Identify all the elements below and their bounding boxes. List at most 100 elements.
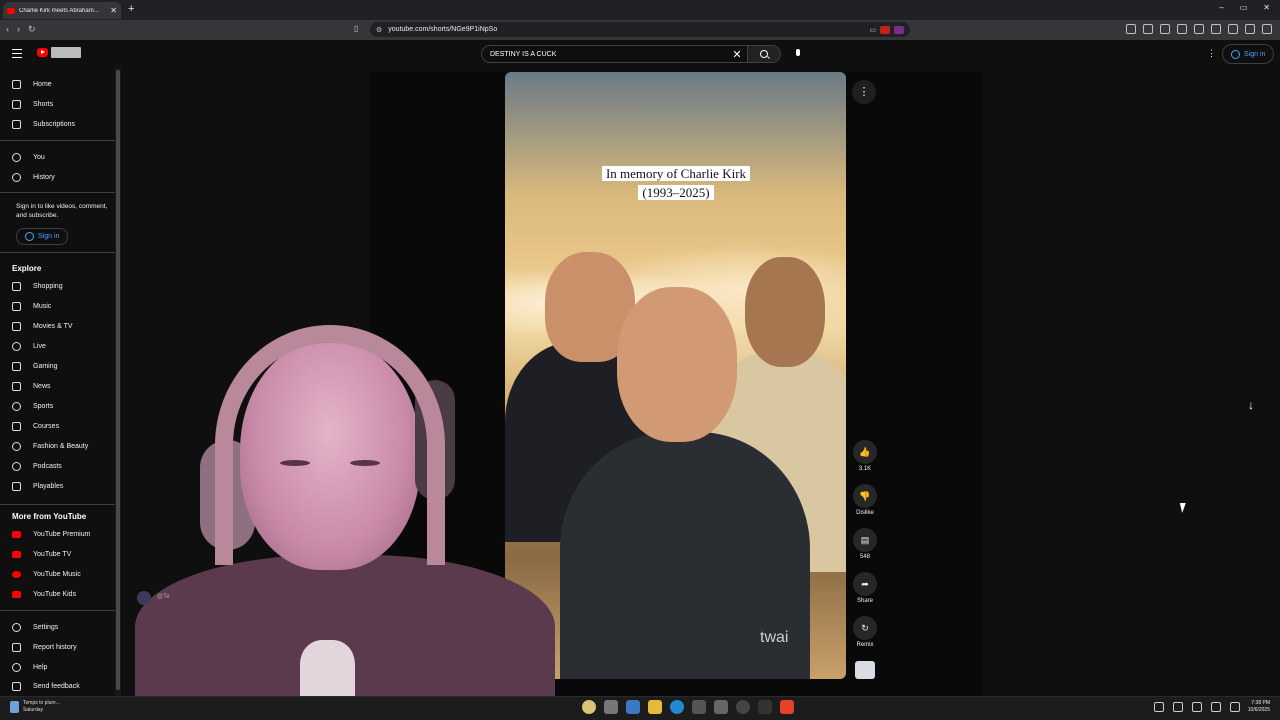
settings-app-icon[interactable] <box>714 700 728 714</box>
new-tab-button[interactable]: + <box>128 3 134 15</box>
display-icon[interactable] <box>1211 702 1221 712</box>
clear-search-icon[interactable]: ✕ <box>727 48 747 61</box>
brave-shields-icon[interactable] <box>880 25 890 34</box>
browser-tab[interactable]: Charlie Kirk meets Abraham… ✕ <box>3 2 121 19</box>
sidebar-item-label: YouTube Kids <box>33 590 77 598</box>
search-button[interactable] <box>747 46 780 62</box>
extension-icon[interactable] <box>1245 24 1255 34</box>
like-button[interactable]: 👍 3.1K <box>852 440 878 472</box>
youtube-logo-wordmark[interactable] <box>51 47 81 58</box>
extension-icon[interactable] <box>1194 24 1204 34</box>
sidebar-item-send-feedback[interactable]: Send feedback <box>12 676 80 696</box>
weather-widget[interactable]: Temps to plum… Saturday <box>10 700 61 714</box>
next-short-arrow-icon[interactable]: ↓ <box>1248 398 1254 412</box>
brave-icon[interactable] <box>780 700 794 714</box>
sidebar-item-courses[interactable]: Courses <box>12 416 59 436</box>
sidebar-item-music[interactable]: Music <box>12 296 51 316</box>
search-box[interactable]: DESTINY IS A CUCK ✕ <box>481 45 781 63</box>
sidebar-item-podcasts[interactable]: Podcasts <box>12 456 62 476</box>
sidebar-item-fashion[interactable]: Fashion & Beauty <box>12 436 88 456</box>
address-bar[interactable]: ⚙ youtube.com/shorts/NGe9P1iNpSo ▭ <box>370 22 910 37</box>
terminal-icon[interactable] <box>758 700 772 714</box>
tray-overflow-icon[interactable] <box>1154 702 1164 712</box>
search-input[interactable]: DESTINY IS A CUCK <box>482 51 727 58</box>
extension-icon[interactable] <box>1126 24 1136 34</box>
extension-icon[interactable] <box>1160 24 1170 34</box>
extension-icon[interactable] <box>1177 24 1187 34</box>
edge-icon[interactable] <box>670 700 684 714</box>
news-icon <box>12 381 21 391</box>
share-icon: ➦ <box>861 578 869 589</box>
sidebar-item-label: News <box>33 382 51 390</box>
sidebar-item-label: Shorts <box>33 100 54 108</box>
volume-icon[interactable] <box>1230 702 1240 712</box>
chrome-icon[interactable] <box>736 700 750 714</box>
store-icon[interactable] <box>692 700 706 714</box>
remix-button[interactable]: ↻ Remix <box>852 616 878 648</box>
brave-rewards-icon[interactable] <box>894 25 904 34</box>
sidebar-item-news[interactable]: News <box>12 376 51 396</box>
sidebar-item-label: YouTube Music <box>33 570 81 578</box>
system-clock[interactable]: 7:38 PM 10/6/2025 <box>1248 700 1270 714</box>
sidebar-item-youtube-music[interactable]: YouTube Music <box>12 564 81 584</box>
sidebar-item-live[interactable]: Live <box>12 336 46 356</box>
mic-tray-icon[interactable] <box>1192 702 1202 712</box>
streamer-eyes <box>270 460 390 474</box>
maximize-button[interactable]: ▭ <box>1240 3 1248 12</box>
minimize-button[interactable]: – <box>1219 3 1223 12</box>
more-options-button[interactable]: ⋮ <box>852 80 876 104</box>
sidebar-item-youtube-tv[interactable]: YouTube TV <box>12 544 71 564</box>
youtube-masthead: DESTINY IS A CUCK ✕ ⋮ Sign in <box>0 40 1280 68</box>
file-explorer-icon[interactable] <box>648 700 662 714</box>
sound-thumbnail[interactable] <box>855 661 875 679</box>
copilot-icon[interactable] <box>626 700 640 714</box>
sidebar-item-youtube-premium[interactable]: YouTube Premium <box>12 524 90 544</box>
settings-menu-icon[interactable]: ⋮ <box>1207 48 1216 59</box>
sign-in-button[interactable]: Sign in <box>1222 44 1275 64</box>
sidebar-item-label: Report history <box>33 643 77 651</box>
close-window-button[interactable]: ✕ <box>1263 3 1270 12</box>
navigation-buttons: ‹ › ↻ <box>6 24 36 35</box>
sidebar-item-report-history[interactable]: Report history <box>12 637 77 657</box>
dislike-button[interactable]: 👎 Dislike <box>852 484 878 516</box>
extension-icon[interactable] <box>1211 24 1221 34</box>
sidebar-item-help[interactable]: Help <box>12 657 47 677</box>
sidebar-sign-in-button[interactable]: Sign in <box>16 228 69 245</box>
network-icon[interactable] <box>1173 702 1183 712</box>
voice-search-icon[interactable] <box>796 49 800 56</box>
bookmark-icon[interactable]: ▯ <box>354 24 358 33</box>
browser-menu-icon[interactable] <box>1262 24 1272 34</box>
extension-icon[interactable] <box>1143 24 1153 34</box>
sidebar-item-you[interactable]: You <box>12 147 45 167</box>
extension-icon[interactable] <box>1228 24 1238 34</box>
sidebar-item-history[interactable]: History <box>12 167 55 187</box>
back-icon[interactable]: ‹ <box>6 24 9 35</box>
sidebar: Home Shorts Subscriptions You History Si… <box>0 68 115 696</box>
reload-icon[interactable]: ↻ <box>28 24 36 35</box>
site-info-icon[interactable]: ⚙ <box>376 26 382 34</box>
task-view-icon[interactable] <box>604 700 618 714</box>
sports-icon <box>12 401 21 411</box>
youtube-logo-icon[interactable] <box>37 48 48 57</box>
start-icon[interactable] <box>582 700 596 714</box>
sidebar-item-shorts[interactable]: Shorts <box>12 94 53 114</box>
sidebar-item-gaming[interactable]: Gaming <box>12 356 58 376</box>
webcam-overlay <box>115 320 555 696</box>
clock-time: 7:38 PM <box>1251 700 1270 706</box>
picture-in-picture-icon[interactable]: ▭ <box>869 26 876 34</box>
forward-icon[interactable]: › <box>17 24 20 35</box>
comments-button[interactable]: ▤ 548 <box>852 528 878 560</box>
hamburger-menu-icon[interactable] <box>12 49 22 61</box>
share-button[interactable]: ➦ Share <box>852 572 878 604</box>
url-text[interactable]: youtube.com/shorts/NGe9P1iNpSo <box>388 26 869 33</box>
sidebar-item-movies[interactable]: Movies & TV <box>12 316 73 336</box>
divider <box>0 252 115 253</box>
tab-close-icon[interactable]: ✕ <box>110 6 117 15</box>
sidebar-item-home[interactable]: Home <box>12 74 52 94</box>
sidebar-item-sports[interactable]: Sports <box>12 396 53 416</box>
sidebar-item-settings[interactable]: Settings <box>12 617 58 637</box>
sidebar-item-shopping[interactable]: Shopping <box>12 276 63 296</box>
sidebar-item-playables[interactable]: Playables <box>12 476 63 496</box>
sidebar-item-youtube-kids[interactable]: YouTube Kids <box>12 584 76 604</box>
sidebar-item-subscriptions[interactable]: Subscriptions <box>12 114 75 134</box>
